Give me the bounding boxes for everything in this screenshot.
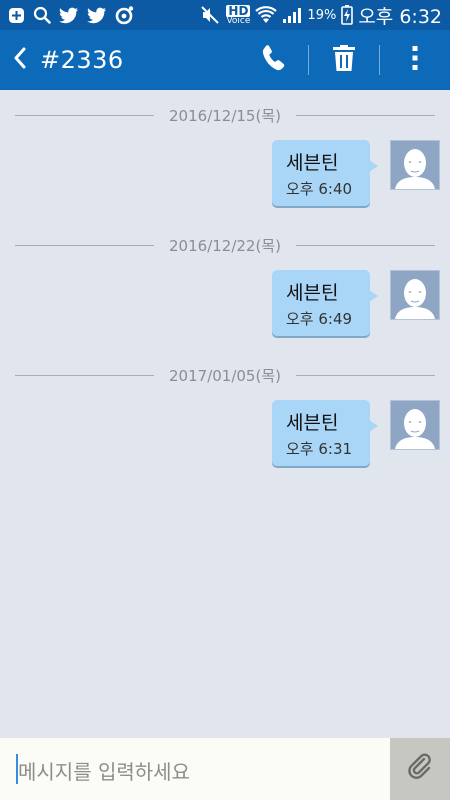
mute-icon [201, 6, 221, 24]
battery-charging-icon [341, 5, 354, 25]
status-bar: HD Voice 19% 오후 6:32 [0, 0, 450, 30]
divider-line [15, 374, 155, 376]
twitter-icon [87, 7, 107, 24]
plus-box-icon [8, 7, 25, 24]
twitter-icon [59, 7, 79, 24]
message-input[interactable]: 메시지를 입력하세요 [0, 738, 390, 800]
person-icon [395, 279, 435, 319]
message-time: 오후 6:31 [286, 440, 353, 458]
messaging-screen: HD Voice 19% 오후 6:32 #2336 2016/12/15(목)… [0, 0, 450, 800]
avatar[interactable] [390, 140, 440, 190]
message-time: 오후 6:40 [286, 180, 353, 198]
message-item[interactable]: 세븐틴 오후 6:40 [140, 140, 440, 210]
message-text: 세븐틴 [286, 152, 339, 174]
chevron-left-icon [13, 47, 27, 73]
divider-line [295, 244, 435, 246]
input-placeholder: 메시지를 입력하세요 [18, 760, 190, 784]
date-divider: 2017/01/05(목) [15, 360, 435, 390]
date-label: 2016/12/15(목) [169, 106, 281, 125]
battery-percent: 19% [307, 7, 337, 23]
hd-voice-icon: HD Voice [226, 3, 251, 26]
message-bubble[interactable]: 세븐틴 오후 6:31 [272, 400, 378, 466]
swirl-icon [115, 5, 135, 25]
date-label: 2016/12/22(목) [169, 236, 281, 255]
delete-button[interactable] [309, 30, 379, 90]
message-time: 오후 6:49 [286, 310, 353, 328]
date-divider: 2016/12/22(목) [15, 230, 435, 260]
notification-icons [0, 5, 135, 25]
divider-line [295, 374, 435, 376]
status-time: 오후 6:32 [358, 5, 442, 28]
message-item[interactable]: 세븐틴 오후 6:49 [140, 270, 440, 340]
person-icon [395, 149, 435, 189]
back-button[interactable] [2, 30, 38, 90]
call-button[interactable] [238, 30, 308, 90]
message-bubble[interactable]: 세븐틴 오후 6:40 [272, 140, 378, 206]
message-list[interactable]: 2016/12/15(목) 세븐틴 오후 6:40 2016/12/22(목) … [0, 90, 450, 738]
search-icon [33, 6, 51, 24]
avatar[interactable] [390, 270, 440, 320]
signal-icon [282, 6, 302, 24]
divider-line [15, 114, 155, 116]
phone-icon [260, 44, 286, 76]
paperclip-icon [406, 753, 434, 785]
more-options-button[interactable] [380, 30, 450, 90]
date-divider: 2016/12/15(목) [15, 100, 435, 130]
header-actions [238, 30, 450, 90]
wifi-icon [255, 6, 278, 24]
conversation-header: #2336 [0, 30, 450, 90]
trash-icon [332, 45, 356, 75]
more-vert-icon [412, 45, 418, 75]
date-label: 2017/01/05(목) [169, 366, 281, 385]
message-composer: 메시지를 입력하세요 [0, 738, 450, 800]
message-text: 세븐틴 [286, 282, 339, 304]
divider-line [295, 114, 435, 116]
person-icon [395, 409, 435, 449]
avatar[interactable] [390, 400, 440, 450]
message-item[interactable]: 세븐틴 오후 6:31 [140, 400, 440, 470]
system-indicators: HD Voice 19% 오후 6:32 [201, 2, 450, 29]
message-bubble[interactable]: 세븐틴 오후 6:49 [272, 270, 378, 336]
message-text: 세븐틴 [286, 412, 339, 434]
divider-line [15, 244, 155, 246]
hd-label: HD [226, 3, 251, 18]
voice-label: Voice [226, 15, 251, 26]
conversation-title: #2336 [40, 46, 124, 74]
attach-button[interactable] [390, 738, 450, 800]
